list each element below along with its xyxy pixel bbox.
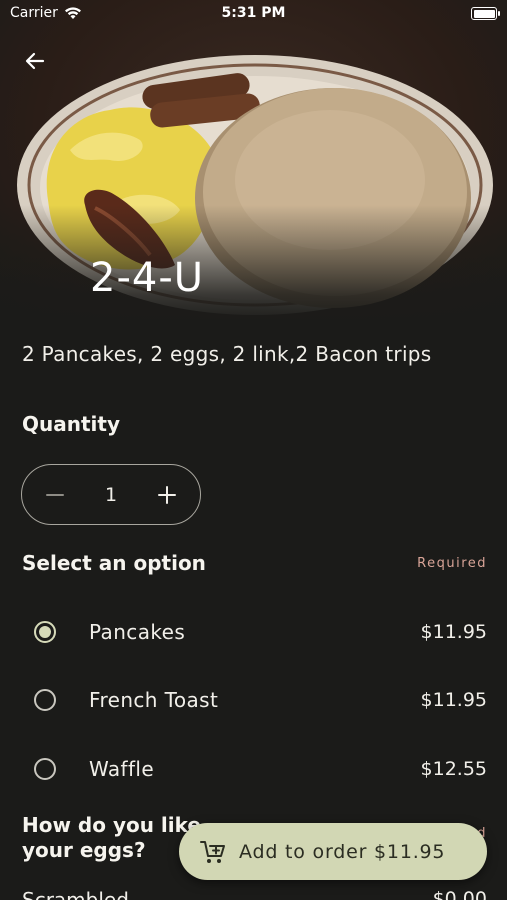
status-time: 5:31 PM bbox=[221, 5, 286, 21]
decrement-button[interactable] bbox=[40, 480, 70, 510]
option-price: $11.95 bbox=[420, 621, 487, 643]
option-label: Scrambled bbox=[22, 888, 129, 900]
add-to-order-button[interactable]: Add to order $11.95 bbox=[179, 823, 487, 880]
option-row-french-toast[interactable]: French Toast $11.95 bbox=[0, 680, 507, 720]
radio-unselected[interactable] bbox=[34, 758, 56, 780]
battery-icon bbox=[471, 7, 500, 20]
item-title: 2-4-U bbox=[90, 255, 205, 301]
add-to-cart-icon bbox=[200, 840, 225, 863]
option-price: $12.55 bbox=[420, 758, 487, 780]
hero-image bbox=[0, 0, 507, 325]
option-label: Pancakes bbox=[89, 620, 186, 644]
option-row-scrambled[interactable]: Scrambled $0.00 bbox=[0, 888, 507, 900]
option-row-waffle[interactable]: Waffle $12.55 bbox=[0, 749, 507, 789]
quantity-value: 1 bbox=[104, 483, 118, 506]
option-price: $0.00 bbox=[432, 888, 487, 900]
option-label: Waffle bbox=[89, 757, 155, 781]
option-label: French Toast bbox=[89, 688, 219, 712]
option-row-pancakes[interactable]: Pancakes $11.95 bbox=[0, 612, 507, 652]
quantity-title: Quantity bbox=[22, 412, 120, 436]
arrow-left-icon bbox=[25, 52, 45, 70]
increment-button[interactable] bbox=[152, 480, 182, 510]
quantity-stepper: 1 bbox=[21, 464, 201, 525]
add-to-order-label: Add to order $11.95 bbox=[239, 840, 446, 863]
required-label: Required bbox=[417, 556, 487, 571]
minus-icon bbox=[46, 493, 64, 496]
option-price: $11.95 bbox=[420, 689, 487, 711]
option-group-title: Select an option bbox=[22, 551, 206, 575]
item-description: 2 Pancakes, 2 eggs, 2 link,2 Bacon trips bbox=[22, 342, 432, 366]
radio-selected[interactable] bbox=[34, 621, 56, 643]
back-button[interactable] bbox=[18, 44, 52, 78]
status-bar: Carrier 5:31 PM bbox=[0, 0, 507, 26]
radio-unselected[interactable] bbox=[34, 689, 56, 711]
hero-gradient bbox=[0, 205, 507, 325]
plus-icon bbox=[158, 485, 176, 504]
